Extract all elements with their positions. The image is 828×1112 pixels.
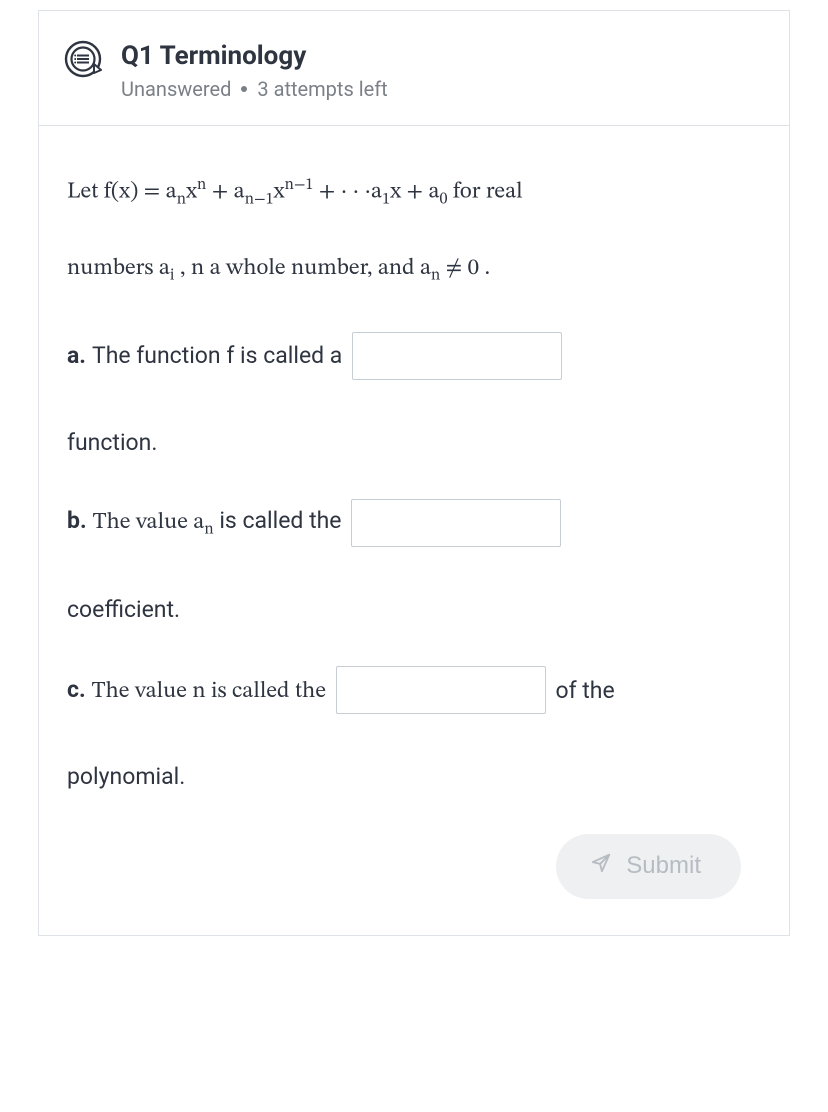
- card-body: Let f(x) = anxn + an−1xn−1 + · · ·a1x + …: [39, 126, 789, 935]
- part-c-post-row: polynomial.: [67, 760, 761, 793]
- part-c-pre: The value n is called the: [92, 680, 326, 703]
- text: f(x) = a: [104, 181, 177, 204]
- part-a-pre: The function f is called a: [92, 342, 342, 369]
- text: Let: [67, 181, 104, 204]
- question-type-icon: [63, 39, 103, 79]
- prompt-line-2: numbers ai , n a whole number, and an ≠ …: [67, 252, 761, 288]
- part-b-post: coefficient.: [67, 596, 180, 623]
- status-unanswered: Unanswered: [121, 77, 231, 101]
- part-b-pre-1: The value a: [93, 511, 205, 534]
- question-card: Q1 Terminology Unanswered 3 attempts lef…: [38, 10, 790, 936]
- superscript: n−1: [285, 177, 314, 193]
- part-a: a.The function f is called a: [67, 332, 761, 386]
- part-c: c. The value n is called the of the: [67, 666, 761, 720]
- part-c-label: c.: [67, 676, 86, 703]
- paper-plane-icon: [590, 852, 612, 881]
- prompt-line-1: Let f(x) = anxn + an−1xn−1 + · · ·a1x + …: [67, 174, 761, 212]
- question-status: Unanswered 3 attempts left: [121, 77, 388, 101]
- submit-button[interactable]: Submit: [556, 834, 741, 899]
- part-b-input[interactable]: [351, 499, 561, 547]
- part-b: b. The value an is called the: [67, 499, 761, 553]
- part-b-sub: n: [204, 521, 213, 537]
- subscript: n: [431, 267, 440, 283]
- part-c-post: polynomial.: [67, 763, 185, 790]
- part-a-post: function.: [67, 429, 157, 456]
- text: , n a whole number, and a: [175, 257, 432, 280]
- part-b-post-row: coefficient.: [67, 593, 761, 626]
- part-a-input[interactable]: [352, 332, 562, 380]
- part-c-mid: of the: [555, 674, 614, 707]
- text: ≠ 0 .: [440, 257, 490, 280]
- text: for real: [447, 181, 522, 204]
- card-header: Q1 Terminology Unanswered 3 attempts lef…: [39, 11, 789, 126]
- part-c-input[interactable]: [336, 666, 546, 714]
- superscript: n: [197, 177, 206, 193]
- text: x + a: [390, 181, 439, 204]
- part-b-label: b.: [67, 507, 87, 534]
- subscript: 1: [382, 191, 390, 207]
- submit-row: Submit: [67, 834, 761, 899]
- subscript: n: [177, 191, 186, 207]
- submit-label: Submit: [626, 852, 701, 880]
- header-text-block: Q1 Terminology Unanswered 3 attempts lef…: [121, 39, 388, 101]
- text: + a: [206, 181, 244, 204]
- text: numbers a: [67, 257, 170, 280]
- status-separator-dot: [241, 86, 247, 92]
- text: + · · ·a: [313, 181, 382, 204]
- subscript: n−1: [245, 191, 274, 207]
- text: x: [274, 181, 285, 204]
- status-attempts: 3 attempts left: [257, 77, 387, 101]
- part-a-label: a.: [67, 342, 86, 369]
- part-a-post-row: function.: [67, 426, 761, 459]
- text: x: [186, 181, 197, 204]
- question-title: Q1 Terminology: [121, 41, 388, 71]
- part-b-pre-2: is called the: [214, 507, 342, 534]
